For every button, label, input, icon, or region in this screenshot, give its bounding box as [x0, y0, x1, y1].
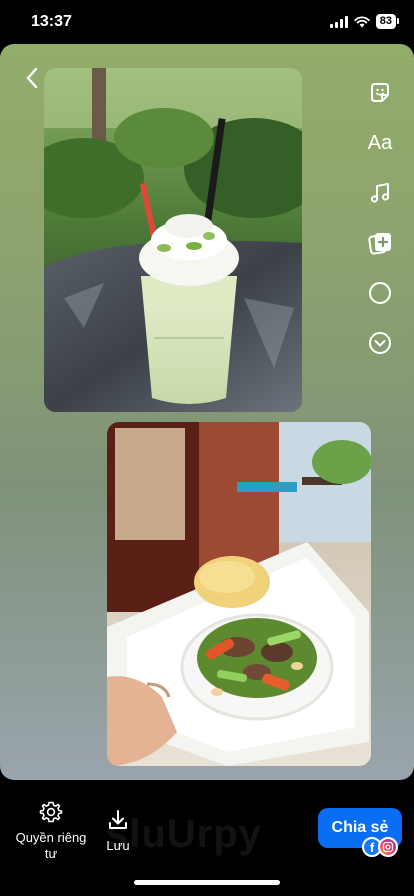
battery-icon: 83: [375, 14, 400, 29]
gear-icon: [39, 801, 63, 823]
add-media-button[interactable]: [364, 218, 396, 268]
music-button[interactable]: [364, 168, 396, 218]
chevron-left-icon: [26, 67, 38, 89]
text-tool-label: Aa: [367, 131, 393, 154]
privacy-button[interactable]: Quyền riêng tư: [8, 800, 94, 862]
shape-button[interactable]: [364, 268, 396, 318]
text-tool-button[interactable]: Aa: [364, 118, 396, 168]
add-media-icon: [368, 233, 391, 255]
download-icon: [109, 810, 127, 829]
sticker-button[interactable]: [364, 68, 396, 118]
chevron-down-icon: [369, 332, 391, 354]
stir-fry-plate-image: [107, 422, 371, 766]
circle-icon: [369, 282, 391, 304]
bottom-bar: sluUrpy Quyền riêng tư Lưu Chia sẻ f: [0, 780, 414, 896]
share-destinations: f: [362, 837, 398, 857]
status-time: 13:37: [31, 13, 72, 30]
privacy-label: Quyền riêng tư: [15, 830, 87, 861]
music-icon: [370, 183, 390, 203]
share-label: Chia sẻ: [331, 819, 389, 836]
more-tools-button[interactable]: [364, 318, 396, 368]
matcha-drink-image: [44, 68, 302, 412]
home-indicator[interactable]: [134, 880, 280, 885]
back-button[interactable]: [18, 64, 46, 92]
save-label: Lưu: [106, 838, 130, 853]
wifi-icon: [354, 15, 370, 28]
cellular-signal-icon: [329, 15, 348, 28]
photo-beef-stir-fry[interactable]: [107, 422, 371, 766]
editor-tools: Aa: [364, 68, 396, 368]
story-canvas[interactable]: Aa: [0, 44, 414, 780]
sticker-icon: [371, 83, 389, 102]
status-indicators: 83: [329, 14, 400, 29]
story-editor-screen: 13:37 83 sluUrpy Aa sluUrpy Quyền riêng …: [0, 0, 414, 896]
photo-matcha-drink[interactable]: [44, 68, 302, 412]
status-bar: 13:37 83 sluUrpy: [0, 0, 414, 52]
save-button[interactable]: Lưu: [96, 808, 140, 854]
instagram-icon: [378, 837, 398, 857]
